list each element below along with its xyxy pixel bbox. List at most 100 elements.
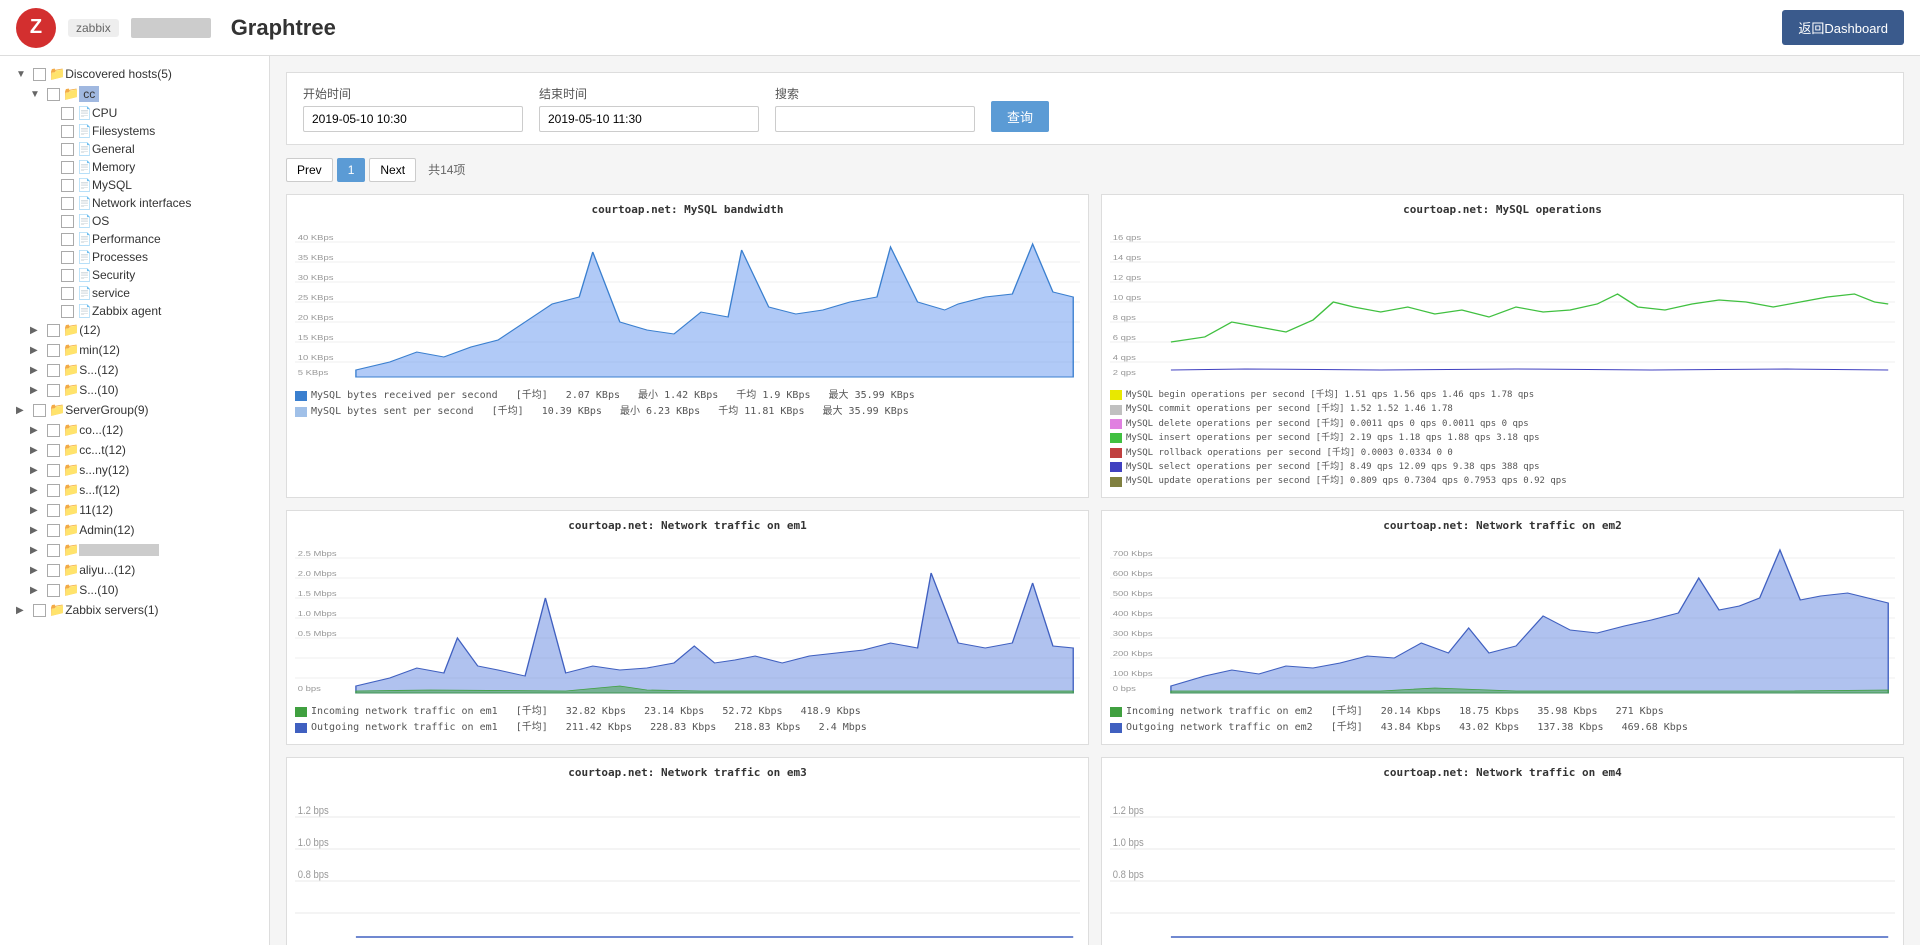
toggle-icon: ▶ <box>30 385 44 396</box>
sidebar-item-service[interactable]: 📄 service <box>0 284 269 302</box>
sidebar-item-sg1[interactable]: ▶ 📁 co...(12) <box>0 420 269 440</box>
legend-row: Outgoing network traffic on em2 [千均] 43.… <box>1110 720 1895 736</box>
checkbox-network-interfaces[interactable] <box>61 197 74 210</box>
main-content: 开始时间 结束时间 搜索 查询 Prev 1 Next 共14项 cour <box>270 56 1920 945</box>
sidebar-item-processes[interactable]: 📄 Processes <box>0 248 269 266</box>
toggle-icon: ▶ <box>30 565 44 576</box>
next-page-button[interactable]: Next <box>369 158 416 182</box>
legend-color <box>1110 405 1122 415</box>
end-time-input[interactable] <box>539 106 759 132</box>
sidebar-item-sg7[interactable]: ▶ 📁 <box>0 540 269 560</box>
sidebar-item-node5[interactable]: ▶ 📁 S...(10) <box>0 380 269 400</box>
sidebar-item-mysql[interactable]: 📄 MySQL <box>0 176 269 194</box>
sidebar-item-node3[interactable]: ▶ 📁 min(12) <box>0 340 269 360</box>
sidebar-item-filesystems[interactable]: 📄 Filesystems <box>0 122 269 140</box>
checkbox-sg7[interactable] <box>47 544 60 557</box>
checkbox-server-group[interactable] <box>33 404 46 417</box>
doc-icon: 📄 <box>77 160 92 174</box>
cpu-label: CPU <box>92 106 117 120</box>
folder-icon: 📁 <box>63 482 79 498</box>
svg-text:0.5 Mbps: 0.5 Mbps <box>298 629 337 637</box>
search-input[interactable] <box>775 106 975 132</box>
chart-area: 2.5 Mbps 2.0 Mbps 1.5 Mbps 1.0 Mbps 0.5 … <box>295 538 1080 698</box>
page-1-button[interactable]: 1 <box>337 158 366 182</box>
legend-color <box>1110 433 1122 443</box>
sidebar-item-memory[interactable]: 📄 Memory <box>0 158 269 176</box>
chart-svg: 2.5 Mbps 2.0 Mbps 1.5 Mbps 1.0 Mbps 0.5 … <box>295 538 1080 698</box>
checkbox-sg6[interactable] <box>47 524 60 537</box>
chart-legend: Incoming network traffic on em2 [千均] 20.… <box>1110 704 1895 736</box>
back-to-dashboard-button[interactable]: 返回Dashboard <box>1782 10 1904 45</box>
sidebar-item-performance[interactable]: 📄 Performance <box>0 230 269 248</box>
sidebar-item-zabbix-servers[interactable]: ▶ 📁 Zabbix servers(1) <box>0 600 269 620</box>
sidebar-item-cc[interactable]: ▼ 📁 cc <box>0 84 269 104</box>
svg-text:35 KBps: 35 KBps <box>298 253 334 261</box>
query-button[interactable]: 查询 <box>991 101 1049 132</box>
doc-icon: 📄 <box>77 232 92 246</box>
checkbox-filesystems[interactable] <box>61 125 74 138</box>
start-time-input[interactable] <box>303 106 523 132</box>
checkbox-general[interactable] <box>61 143 74 156</box>
checkbox-sg4[interactable] <box>47 484 60 497</box>
legend-row: MySQL bytes sent per second [千均] 10.39 K… <box>295 404 1080 420</box>
legend-color <box>1110 707 1122 717</box>
svg-text:700 Kbps: 700 Kbps <box>1113 549 1153 557</box>
chart-svg: 1.2 bps 1.0 bps 0.8 bps <box>1110 785 1895 945</box>
legend-row: Outgoing network traffic on em1 [千均] 211… <box>295 720 1080 736</box>
sidebar-item-security[interactable]: 📄 Security <box>0 266 269 284</box>
sidebar-item-node4[interactable]: ▶ 📁 S...(12) <box>0 360 269 380</box>
checkbox-zabbix-servers[interactable] <box>33 604 46 617</box>
checkbox-node2[interactable] <box>47 324 60 337</box>
sidebar-item-os[interactable]: 📄 OS <box>0 212 269 230</box>
toggle-icon: ▶ <box>30 525 44 536</box>
folder-icon: 📁 <box>63 542 79 558</box>
sg7-label <box>79 544 159 556</box>
sidebar-item-sg8[interactable]: ▶ 📁 aliyu...(12) <box>0 560 269 580</box>
sidebar-item-cpu[interactable]: 📄 CPU <box>0 104 269 122</box>
checkbox-sg2[interactable] <box>47 444 60 457</box>
svg-text:500 Kbps: 500 Kbps <box>1113 589 1153 597</box>
checkbox-service[interactable] <box>61 287 74 300</box>
checkbox-os[interactable] <box>61 215 74 228</box>
checkbox-cc[interactable] <box>47 88 60 101</box>
checkbox-processes[interactable] <box>61 251 74 264</box>
checkbox-discovered-hosts[interactable] <box>33 68 46 81</box>
folder-icon: 📁 <box>63 342 79 358</box>
checkbox-cpu[interactable] <box>61 107 74 120</box>
checkbox-zabbix-agent[interactable] <box>61 305 74 318</box>
chart-title: courtoap.net: Network traffic on em2 <box>1110 519 1895 532</box>
sidebar-item-discovered-hosts[interactable]: ▼ 📁 Discovered hosts(5) <box>0 64 269 84</box>
sidebar-item-sg5[interactable]: ▶ 📁 11(12) <box>0 500 269 520</box>
sidebar-item-sg6[interactable]: ▶ 📁 Admin(12) <box>0 520 269 540</box>
toggle-icon <box>44 108 58 119</box>
toggle-icon <box>44 144 58 155</box>
sidebar-item-network-interfaces[interactable]: 📄 Network interfaces <box>0 194 269 212</box>
sidebar-item-general[interactable]: 📄 General <box>0 140 269 158</box>
checkbox-sg8[interactable] <box>47 564 60 577</box>
checkbox-sg5[interactable] <box>47 504 60 517</box>
sidebar-item-sg4[interactable]: ▶ 📁 s...f(12) <box>0 480 269 500</box>
checkbox-mysql[interactable] <box>61 179 74 192</box>
svg-text:6 qps: 6 qps <box>1113 333 1136 341</box>
chart-svg: 700 Kbps 600 Kbps 500 Kbps 400 Kbps 300 … <box>1110 538 1895 698</box>
sidebar-item-node2[interactable]: ▶ 📁 (12) <box>0 320 269 340</box>
checkbox-node3[interactable] <box>47 344 60 357</box>
legend-label: MySQL update operations per second [千均] … <box>1126 474 1567 488</box>
toggle-icon: ▶ <box>30 505 44 516</box>
sidebar-item-server-group[interactable]: ▶ 📁 ServerGroup(9) <box>0 400 269 420</box>
checkbox-node4[interactable] <box>47 364 60 377</box>
prev-page-button[interactable]: Prev <box>286 158 333 182</box>
checkbox-security[interactable] <box>61 269 74 282</box>
sidebar-item-zabbix-agent[interactable]: 📄 Zabbix agent <box>0 302 269 320</box>
checkbox-performance[interactable] <box>61 233 74 246</box>
doc-icon: 📄 <box>77 268 92 282</box>
checkbox-sg9[interactable] <box>47 584 60 597</box>
checkbox-node5[interactable] <box>47 384 60 397</box>
filter-bar: 开始时间 结束时间 搜索 查询 <box>286 72 1904 145</box>
checkbox-memory[interactable] <box>61 161 74 174</box>
sidebar-item-sg9[interactable]: ▶ 📁 S...(10) <box>0 580 269 600</box>
checkbox-sg1[interactable] <box>47 424 60 437</box>
checkbox-sg3[interactable] <box>47 464 60 477</box>
sidebar-item-sg2[interactable]: ▶ 📁 cc...t(12) <box>0 440 269 460</box>
sidebar-item-sg3[interactable]: ▶ 📁 s...ny(12) <box>0 460 269 480</box>
